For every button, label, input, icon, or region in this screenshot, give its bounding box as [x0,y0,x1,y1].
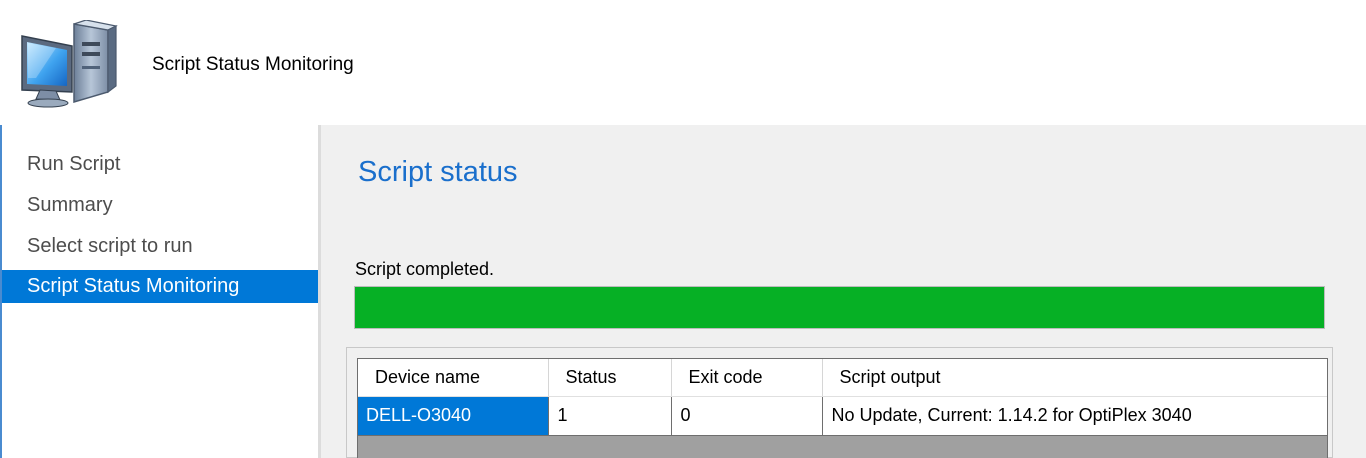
nav-item-select-script[interactable]: Select script to run [2,230,318,263]
table-header-row: Device name Status Exit code Script outp… [358,359,1327,397]
column-header-script-output[interactable]: Script output [822,359,1327,397]
cell-device-name[interactable]: DELL-O3040 [358,396,549,436]
page-title: Script Status Monitoring [152,54,354,75]
main-content: Script status Script completed. Device n… [321,125,1366,458]
results-table-frame: Device name Status Exit code Script outp… [346,347,1333,458]
wizard-header: Script Status Monitoring [0,0,1366,125]
nav-item-summary[interactable]: Summary [2,189,318,222]
column-header-status[interactable]: Status [548,359,672,397]
progress-fill [355,287,1324,328]
cell-exit-code[interactable]: 0 [671,396,823,436]
column-header-exit-code[interactable]: Exit code [671,359,823,397]
cell-script-output[interactable]: No Update, Current: 1.14.2 for OptiPlex … [822,396,1327,436]
progress-bar [354,286,1325,329]
cell-status[interactable]: 1 [548,396,672,436]
nav-item-run-script[interactable]: Run Script [2,148,318,181]
nav-item-script-status-monitoring[interactable]: Script Status Monitoring [2,270,318,303]
column-header-device-name[interactable]: Device name [358,359,549,397]
computer-icon [16,19,122,110]
results-table[interactable]: Device name Status Exit code Script outp… [357,358,1328,458]
script-status-monitoring-window: Script Status Monitoring Run Script Summ… [0,0,1366,458]
wizard-navigation: Run Script Summary Select script to run … [2,125,318,458]
section-title: Script status [358,156,518,188]
table-row[interactable]: DELL-O3040 1 0 No Update, Current: 1.14.… [358,396,1327,436]
status-text: Script completed. [355,259,495,279]
